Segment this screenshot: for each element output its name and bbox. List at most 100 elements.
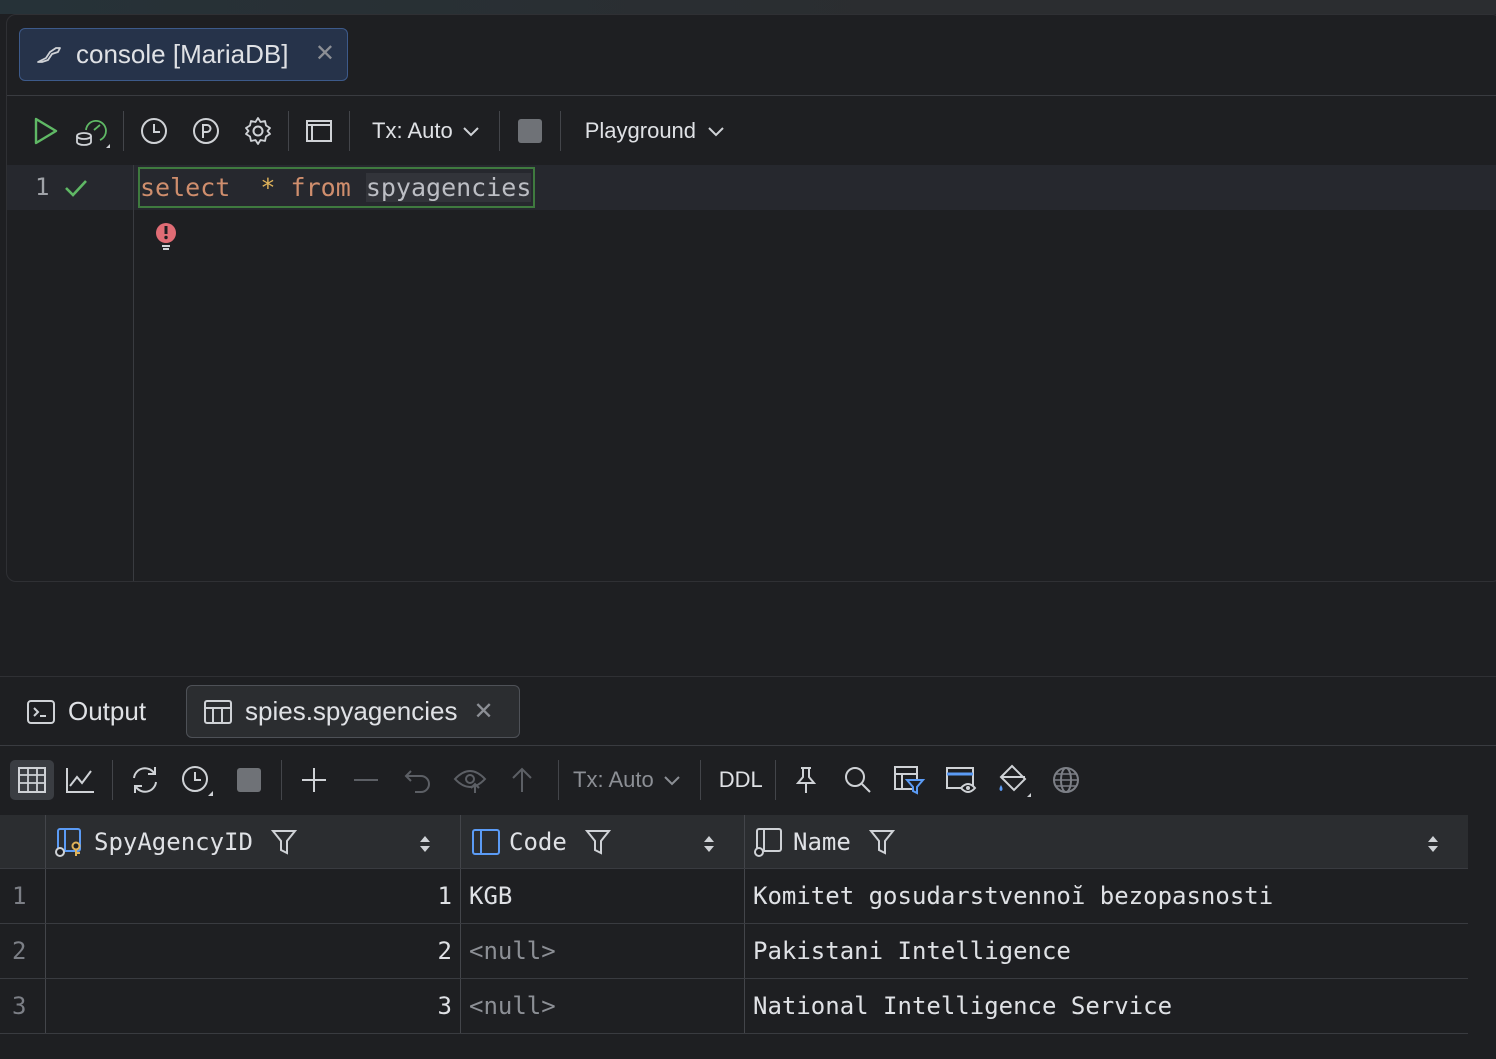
view-settings-icon[interactable] [936,760,988,800]
grid-header-row: SpyAgencyID Code Name [0,815,1468,869]
row-number-header [0,815,45,868]
ddl-button[interactable]: DDL [719,767,763,793]
preview-submit-icon [444,760,496,800]
results-tabbar: Output spies.spyagencies ✕ [0,677,1496,746]
keyword-select: select [140,173,231,202]
toolbar-separator [288,111,289,151]
playground-dropdown[interactable]: Playground [585,118,726,144]
tab-spyagencies-label: spies.spyagencies [245,696,458,726]
transaction-mode-dropdown[interactable]: Tx: Auto [372,118,481,144]
globe-icon[interactable] [1040,760,1092,800]
pin-icon[interactable] [780,760,832,800]
cell-name[interactable]: Komitet gosudarstvennoĭ bezopasnosti [744,869,1468,923]
tab-output-label: Output [68,696,147,726]
code-editor[interactable]: 1 select * from spyagencies [7,165,1496,581]
editor-tabbar: console [MariaDB] ✕ [7,15,1496,96]
row-number: 3 [12,992,27,1020]
column-header-label: SpyAgencyID [94,827,253,856]
checkmark-icon [63,177,89,204]
run-icon[interactable] [25,111,65,151]
cell-spyagencyid[interactable]: 2 [45,924,460,978]
cell-code[interactable]: <null> [460,979,744,1033]
chevron-down-icon [662,773,682,787]
explain-plan-icon[interactable] [73,111,113,151]
add-row-icon[interactable] [288,760,340,800]
toolbar-separator [498,111,500,151]
console-icon [36,44,64,66]
line-number: 1 [35,173,50,201]
toolbar-separator [558,760,559,800]
row-number: 2 [12,937,27,965]
sort-icon[interactable] [702,832,716,860]
cell-spyagencyid[interactable]: 1 [45,869,460,923]
gutter-divider [133,165,134,581]
filter-icon[interactable] [868,828,895,856]
table-row[interactable]: 3 3 <null> National Intelligence Service [0,979,1468,1034]
ddl-label: DDL [718,767,763,792]
stop-icon[interactable] [510,111,550,151]
table-icon [203,699,233,725]
parameters-icon[interactable] [186,111,226,151]
cell-spyagencyid[interactable]: 3 [45,979,460,1033]
column-header-label: Code [509,827,567,856]
stop-icon[interactable] [223,760,275,800]
refresh-icon[interactable] [119,760,171,800]
table-view-icon[interactable] [10,760,54,800]
cell-name[interactable]: Pakistani Intelligence [744,924,1468,978]
toolbar-separator [123,111,124,151]
results-transaction-label: Tx: Auto [573,767,654,792]
tab-output[interactable]: Output [26,685,146,738]
toolbar-separator [774,760,776,800]
column-icon [753,826,783,858]
chart-view-icon[interactable] [54,760,106,800]
paint-bucket-icon[interactable] [988,760,1040,800]
cell-code[interactable]: KGB [460,869,744,923]
search-icon[interactable] [832,760,884,800]
cell-code[interactable]: <null> [460,924,744,978]
filter-table-icon[interactable] [884,760,936,800]
filter-icon[interactable] [270,828,297,856]
table-row[interactable]: 1 1 KGB Komitet gosudarstvennoĭ bezopasn… [0,869,1468,924]
keyword-from: from [290,173,351,202]
tab-console-label: console [MariaDB] [76,39,289,69]
toolbar-separator [349,111,350,151]
column-header-spyagencyid[interactable]: SpyAgencyID [45,815,460,868]
console-editor-panel: console [MariaDB] ✕ Tx: Auto Playground … [6,14,1496,582]
close-icon[interactable]: ✕ [473,697,493,726]
history-icon[interactable] [171,760,223,800]
chevron-down-icon [461,124,481,138]
column-icon [471,827,501,857]
column-header-code[interactable]: Code [460,815,744,868]
playground-label: Playground [584,118,697,143]
results-panel: Output spies.spyagencies ✕ Tx: Auto DDL … [0,676,1496,1059]
cell-name[interactable]: National Intelligence Service [744,979,1468,1033]
transaction-mode-label: Tx: Auto [372,118,453,143]
terminal-icon [26,699,56,725]
submit-icon [496,760,548,800]
results-transaction-dropdown[interactable]: Tx: Auto [573,767,682,793]
sql-statement[interactable]: select * from spyagencies [138,167,536,208]
delete-row-icon [340,760,392,800]
gear-icon[interactable] [238,111,278,151]
results-grid: SpyAgencyID Code Name 1 1 KGB Komitet go… [0,815,1468,1034]
layout-icon[interactable] [299,111,339,151]
toolbar-separator [281,760,282,800]
table-row[interactable]: 2 2 <null> Pakistani Intelligence [0,924,1468,979]
column-header-name[interactable]: Name [744,815,1468,868]
toolbar-separator [699,760,701,800]
tab-console[interactable]: console [MariaDB] ✕ [19,28,348,81]
results-toolbar: Tx: Auto DDL [0,746,1496,814]
filter-icon[interactable] [584,828,611,856]
toolbar-separator [112,760,113,800]
tab-spyagencies[interactable]: spies.spyagencies ✕ [186,685,520,738]
editor-toolbar: Tx: Auto Playground [7,96,1496,166]
toolbar-separator [559,111,561,151]
history-icon[interactable] [134,111,174,151]
close-icon[interactable]: ✕ [315,41,335,67]
sort-icon[interactable] [418,832,432,860]
undo-icon [392,760,444,800]
error-bulb-icon[interactable] [153,221,179,258]
table-name-token: spyagencies [365,173,532,202]
primary-key-column-icon [54,826,88,858]
sort-icon[interactable] [1426,832,1440,860]
